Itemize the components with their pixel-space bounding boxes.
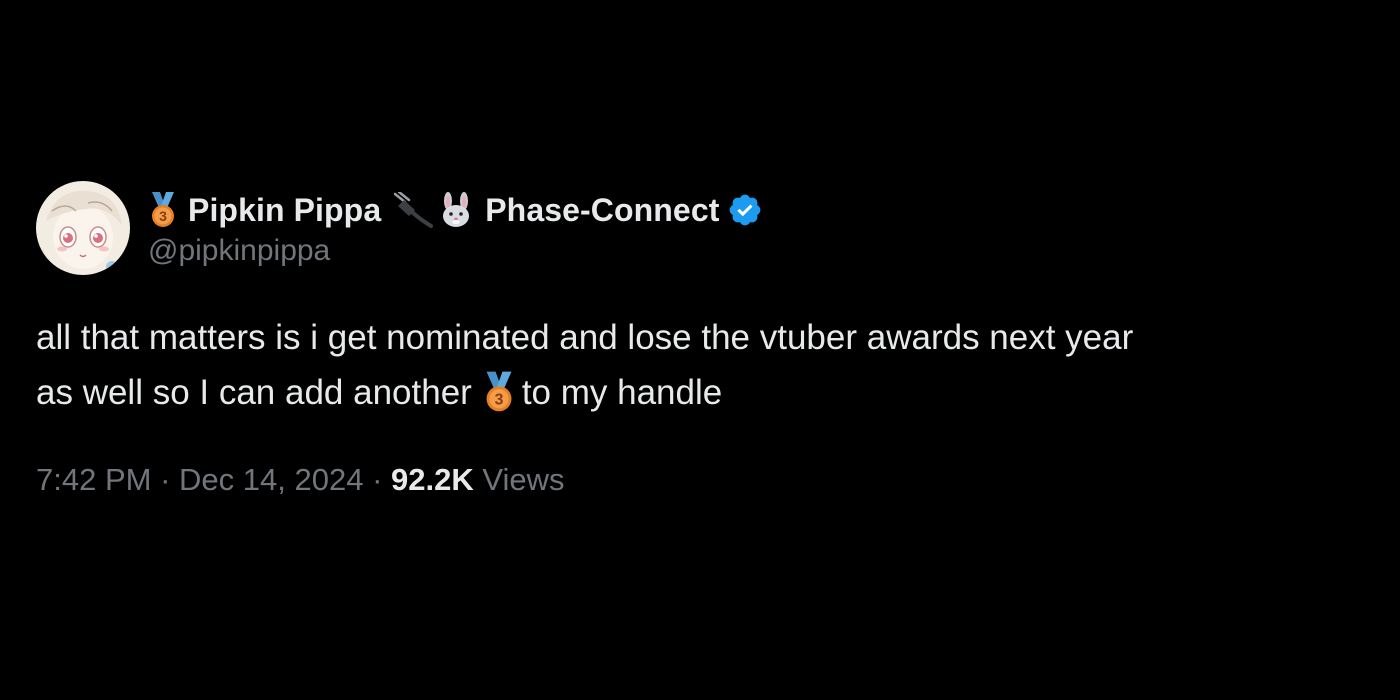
meta-separator: · [372,462,383,497]
tweet-card: 3 Pipkin Pippa Phase-Connect @pipkinpipp… [36,180,1366,498]
third-place-medal-icon: 3 [148,192,178,228]
views-count[interactable]: 92.2K [391,462,474,497]
tweet-date[interactable]: Dec 14, 2024 [179,462,363,497]
rabbit-face-icon [439,192,473,228]
user-handle[interactable]: @pipkinpippa [148,234,763,268]
avatar[interactable] [36,181,130,275]
display-name-row[interactable]: 3 Pipkin Pippa Phase-Connect [148,188,763,232]
third-place-medal-icon: 3 [482,371,516,413]
tweet-meta: 7:42 PM · Dec 14, 2024 · 92.2K Views [36,462,1366,498]
verified-badge-icon[interactable] [727,192,763,228]
tweet-header: 3 Pipkin Pippa Phase-Connect @pipkinpipp… [36,180,1366,276]
tweet-text-line2-end: to my handle [521,373,723,412]
tweet-identity: 3 Pipkin Pippa Phase-Connect @pipkinpipp… [148,188,763,268]
display-name-secondary: Phase-Connect [485,191,720,228]
tweet-text: all that matters is i get nominated and … [36,310,1366,420]
tweet-text-line2-start: as well so I can add another [36,373,472,412]
tweet-text-line1: all that matters is i get nominated and … [36,318,1134,357]
avatar-image [36,181,130,275]
views-label: Views [482,462,565,497]
meta-separator: · [160,462,171,497]
electric-plug-icon [393,192,434,228]
svg-text:3: 3 [494,391,503,408]
tweet-time[interactable]: 7:42 PM [36,462,151,497]
display-name-primary: Pipkin Pippa [188,191,382,228]
svg-text:3: 3 [159,208,167,224]
